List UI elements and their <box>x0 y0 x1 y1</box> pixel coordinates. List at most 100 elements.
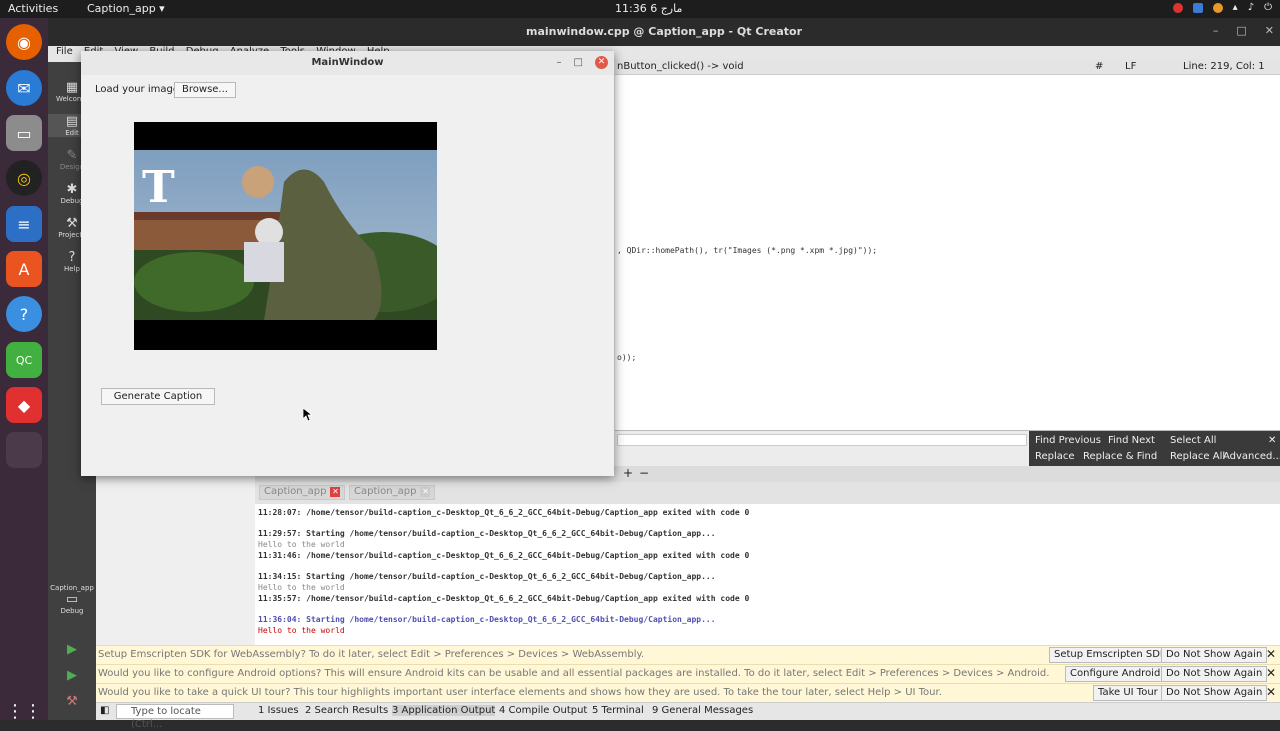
hash-indicator[interactable]: # <box>1095 61 1103 72</box>
minimize-icon[interactable]: – <box>1213 24 1219 37</box>
advanced-button[interactable]: Advanced... <box>1223 451 1280 462</box>
application-output[interactable]: 11:28:07: /home/tensor/build-caption_c-D… <box>255 504 1280 647</box>
browse-button[interactable]: Browse... <box>174 82 236 98</box>
notification-icon[interactable] <box>1172 2 1183 13</box>
network-icon[interactable]: ▴ <box>1233 2 1238 13</box>
image-preview: T <box>134 122 437 350</box>
infobar-emscripten: Setup Emscripten SDK for WebAssembly? To… <box>96 645 1280 664</box>
clock[interactable]: 11:36 مارج 6 <box>615 2 682 15</box>
output-tabs: Caption_app ✕ Caption_app ✕ <box>255 482 1280 504</box>
maximize-icon[interactable]: □ <box>1236 24 1246 37</box>
output-tab[interactable]: Caption_app ✕ <box>259 485 346 500</box>
tab-general-messages[interactable]: 9 General Messages <box>652 705 753 716</box>
qtcreator-icon[interactable]: QC <box>6 342 42 378</box>
active-window-icon[interactable] <box>6 432 42 468</box>
run-button[interactable]: ▶ <box>48 642 96 657</box>
close-icon[interactable]: ✕ <box>1266 666 1276 680</box>
log-line: Hello to the world <box>258 626 345 635</box>
system-tray[interactable]: ▴ ♪ ⏻ <box>1172 2 1272 13</box>
replace-find-button[interactable]: Replace & Find <box>1083 451 1157 462</box>
tab-application-output[interactable]: 3 Application Output <box>392 705 496 716</box>
sidebar-toggle-icon[interactable]: ◧ <box>100 705 109 716</box>
log-line: 11:34:15: Starting /home/tensor/build-ca… <box>258 572 716 581</box>
find-previous-button[interactable]: Find Previous <box>1035 435 1101 446</box>
replace-all-button[interactable]: Replace All <box>1170 451 1225 462</box>
close-icon[interactable]: ✕ <box>595 56 608 69</box>
maximize-icon[interactable]: □ <box>574 57 583 68</box>
files-icon[interactable]: ▭ <box>6 115 42 151</box>
locator-input[interactable]: Type to locate (Ctrl... <box>116 704 234 730</box>
menu-file[interactable]: File <box>56 46 73 57</box>
minimize-icon[interactable]: – <box>557 57 562 68</box>
debug-run-button[interactable]: ▶ <box>48 668 96 683</box>
dialog-controls: – □ ✕ <box>557 56 608 69</box>
find-next-button[interactable]: Find Next <box>1108 435 1155 446</box>
log-line: 11:35:57: /home/tensor/build-caption_c-D… <box>258 594 750 603</box>
system-top-bar: Activities Caption_app ▾ 11:36 مارج 6 ▴ … <box>0 0 1280 18</box>
close-icon[interactable]: ✕ <box>1266 647 1276 661</box>
log-line: 11:28:07: /home/tensor/build-caption_c-D… <box>258 508 750 517</box>
activities-button[interactable]: Activities <box>8 2 58 15</box>
line-ending[interactable]: LF <box>1125 61 1136 72</box>
select-all-button[interactable]: Select All <box>1170 435 1216 446</box>
tab-compile-output[interactable]: 4 Compile Output <box>499 705 587 716</box>
log-line: 11:29:57: Starting /home/tensor/build-ca… <box>258 529 716 538</box>
loaded-image: T <box>134 122 437 350</box>
app-menu[interactable]: Caption_app ▾ <box>87 2 165 15</box>
close-icon[interactable]: ✕ <box>1266 685 1276 699</box>
window-title: mainwindow.cpp @ Caption_app - Qt Creato… <box>48 18 1280 46</box>
debug-run-icon: ▶ <box>67 668 77 683</box>
cursor-position[interactable]: Line: 219, Col: 1 <box>1183 61 1265 72</box>
output-tab[interactable]: Caption_app ✕ <box>349 485 436 500</box>
do-not-show-again-button[interactable]: Do Not Show Again <box>1161 685 1268 701</box>
app-indicator-icon[interactable] <box>1192 2 1203 13</box>
software-icon[interactable]: A <box>6 251 42 287</box>
tab-search-results[interactable]: 2 Search Results <box>305 705 388 716</box>
logo-watermark: T <box>142 162 175 213</box>
code-line: , QDir::homePath(), tr("Images (*.png *.… <box>617 246 878 255</box>
kit-config-label: Debug <box>60 607 84 615</box>
dialog-title: MainWindow <box>81 51 614 75</box>
close-tab-icon[interactable]: ✕ <box>420 487 431 497</box>
thunderbird-icon[interactable]: ✉ <box>6 70 42 106</box>
dock: ◉ ✉ ▭ ◎ ≡ A ? QC ◆ ⋮⋮ <box>0 18 48 722</box>
setup-emscripten-button[interactable]: Setup Emscripten SDK <box>1049 647 1172 663</box>
do-not-show-again-button[interactable]: Do Not Show Again <box>1161 666 1268 682</box>
anydesk-icon[interactable]: ◆ <box>6 387 42 423</box>
show-apps-icon[interactable]: ⋮⋮ <box>6 693 42 729</box>
configure-android-button[interactable]: Configure Android <box>1065 666 1166 682</box>
generate-caption-button[interactable]: Generate Caption <box>101 388 215 405</box>
help-app-icon[interactable]: ? <box>6 296 42 332</box>
infobar-ui-tour: Would you like to take a quick UI tour? … <box>96 683 1280 702</box>
main-window-dialog: MainWindow – □ ✕ Load your image Browse.… <box>81 51 614 476</box>
writer-icon[interactable]: ≡ <box>6 206 42 242</box>
remove-icon[interactable]: − <box>639 466 649 480</box>
kit-selector[interactable]: Caption_app ▭ Debug <box>48 584 96 615</box>
find-bar: Find Previous Find Next Select All ✕ Rep… <box>615 430 1280 467</box>
function-selector[interactable]: nButton_clicked() -> void <box>617 61 744 72</box>
mouse-cursor-icon <box>303 408 313 422</box>
firefox-icon[interactable]: ◉ <box>6 24 42 60</box>
window-controls: – □ ✕ <box>1213 24 1274 37</box>
run-icon: ▶ <box>67 642 77 657</box>
do-not-show-again-button[interactable]: Do Not Show Again <box>1161 647 1268 663</box>
status-icon[interactable] <box>1212 2 1223 13</box>
close-find-icon[interactable]: ✕ <box>1268 435 1276 446</box>
replace-button[interactable]: Replace <box>1035 451 1075 462</box>
code-editor[interactable]: , QDir::homePath(), tr("Images (*.png *.… <box>615 75 1280 430</box>
find-input[interactable] <box>617 434 1027 446</box>
log-line: 11:36:04: Starting /home/tensor/build-ca… <box>258 615 716 624</box>
take-ui-tour-button[interactable]: Take UI Tour <box>1093 685 1163 701</box>
close-icon[interactable]: ✕ <box>1265 24 1274 37</box>
rhythmbox-icon[interactable]: ◎ <box>6 160 42 196</box>
build-button[interactable]: ⚒ <box>48 694 96 709</box>
editor-toolbar: nButton_clicked() -> void # LF Line: 219… <box>615 59 1280 75</box>
add-icon[interactable]: + <box>623 466 633 480</box>
log-line: 11:31:46: /home/tensor/build-caption_c-D… <box>258 551 750 560</box>
load-image-label: Load your image <box>95 84 179 95</box>
tab-issues[interactable]: 1 Issues <box>258 705 299 716</box>
power-icon[interactable]: ⏻ <box>1264 2 1272 13</box>
tab-terminal[interactable]: 5 Terminal <box>592 705 644 716</box>
volume-icon[interactable]: ♪ <box>1248 2 1254 13</box>
close-tab-icon[interactable]: ✕ <box>330 487 341 497</box>
